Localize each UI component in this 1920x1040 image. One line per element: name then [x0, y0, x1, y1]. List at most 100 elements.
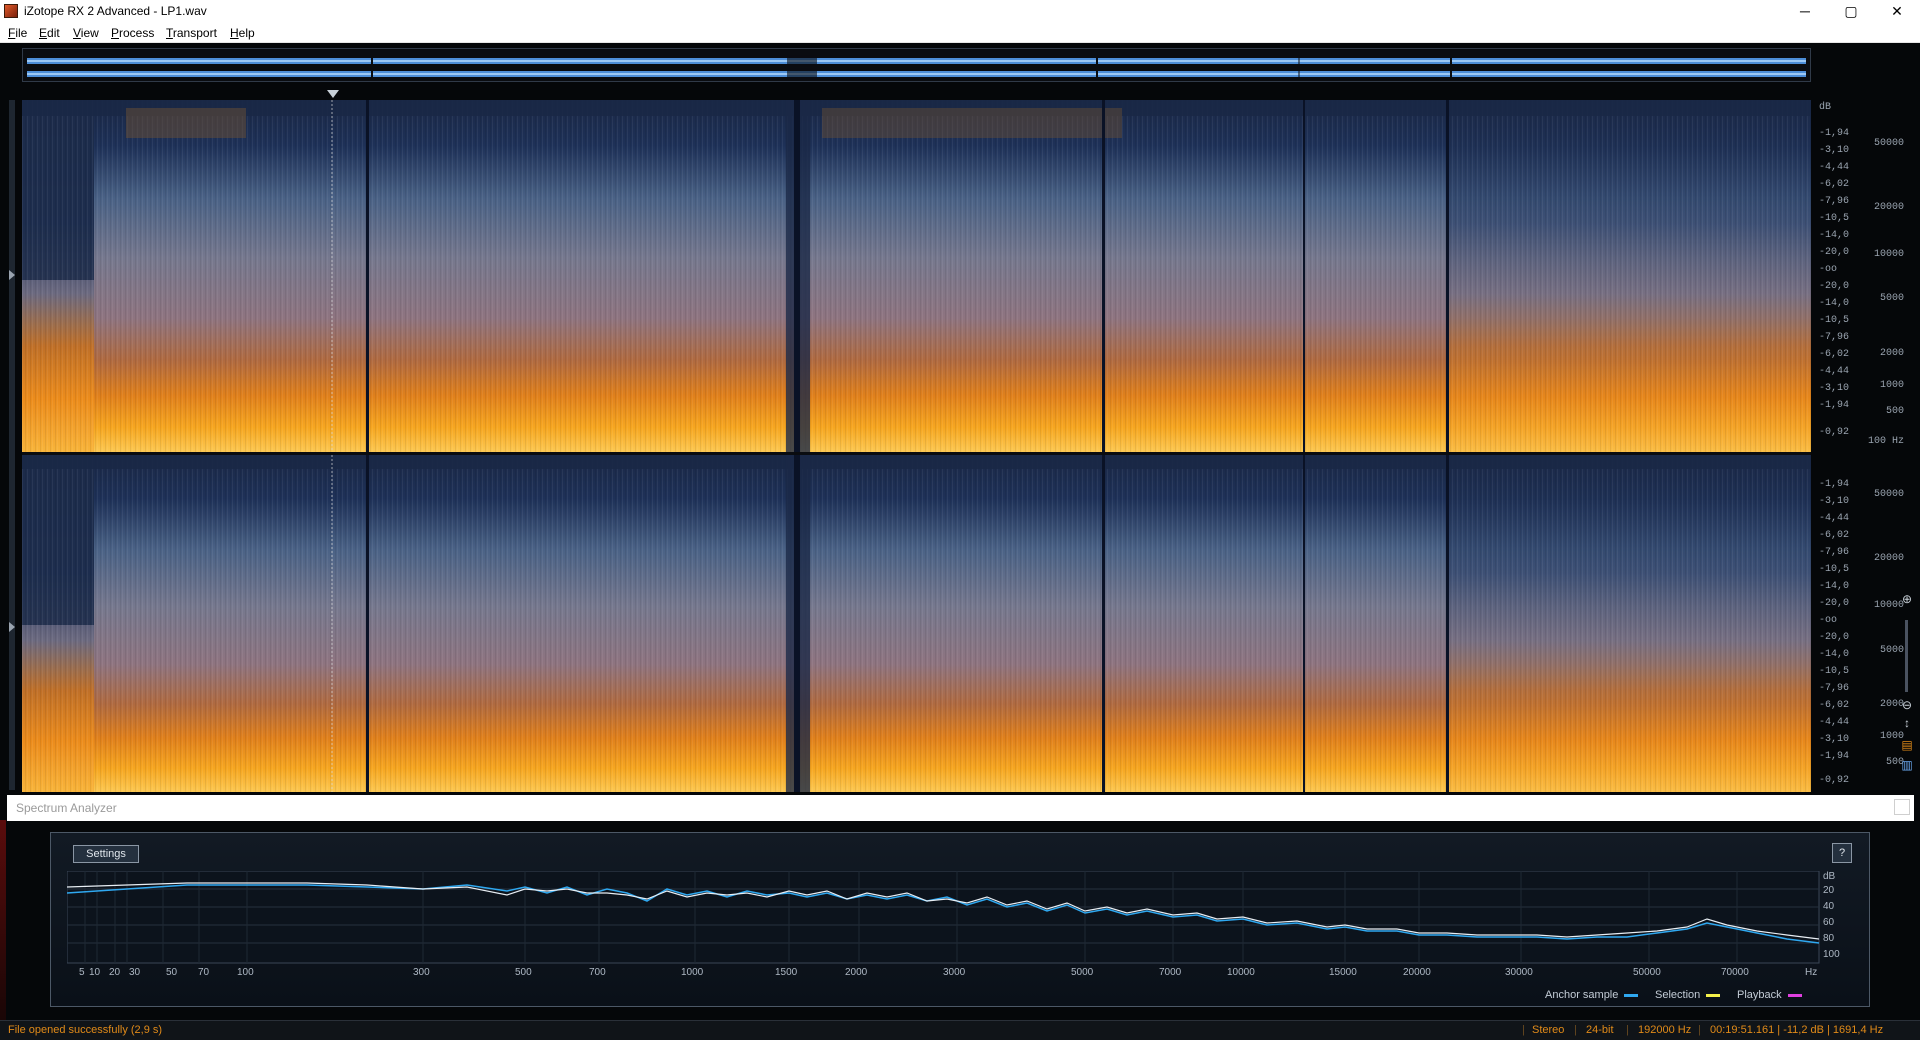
hz-tick-label: 20000 [1873, 553, 1904, 564]
db-tick-label: -6,02 [1819, 530, 1850, 541]
menu-view[interactable]: View [73, 26, 99, 40]
hz-tick-label: 10000 [1873, 249, 1904, 260]
db-tick-label: -20,0 [1819, 247, 1850, 258]
db-tick-label: -7,96 [1819, 196, 1850, 207]
analyzer-db-tick: 20 [1823, 885, 1835, 896]
channel-left-marker-icon[interactable] [9, 270, 15, 280]
status-separator: | [1522, 1024, 1525, 1036]
db-tick-label: -4,44 [1819, 162, 1850, 173]
db-tick-label: -7,96 [1819, 332, 1850, 343]
settings-button[interactable]: Settings [73, 845, 139, 863]
db-tick-label: -1,94 [1819, 479, 1850, 490]
waveform-toggle-icon[interactable]: ▥ [1900, 758, 1914, 772]
status-separator: | [1698, 1024, 1701, 1036]
db-tick-label: -3,10 [1819, 383, 1850, 394]
analyzer-freq-tick: 3000 [943, 967, 966, 978]
db-tick-label: -oo [1819, 264, 1838, 275]
hz-tick-label: 500 [1885, 406, 1904, 417]
db-tick-label: -7,96 [1819, 547, 1850, 558]
close-button[interactable]: ✕ [1874, 0, 1920, 23]
legend-playback: Playback [1737, 989, 1802, 1001]
hz-tick-label: 5000 [1879, 645, 1904, 656]
db-tick-label: -10,5 [1819, 564, 1850, 575]
hz-tick-label: 5000 [1879, 293, 1904, 304]
db-tick-label: -10,5 [1819, 213, 1850, 224]
db-tick-label: -10,5 [1819, 666, 1850, 677]
analyzer-freq-tick: 700 [589, 967, 606, 978]
spectrum-plot[interactable]: dB 20 40 60 80 100 5 10 20 30 50 70 100 … [66, 870, 1847, 999]
minimize-button[interactable]: ─ [1782, 0, 1828, 23]
hz-tick-label: 1000 [1879, 380, 1904, 391]
status-cursor-readout: 00:19:51.161 | -11,2 dB | 1691,4 Hz [1710, 1024, 1884, 1036]
spectrum-analyzer-panel: Settings ? dB 20 40 60 80 100 5 10 20 30… [50, 832, 1870, 1007]
hz-tick-label: 2000 [1879, 348, 1904, 359]
channel-right-marker-icon[interactable] [9, 622, 15, 632]
analyzer-freq-tick: 10 [89, 967, 101, 978]
analyzer-db-tick: 80 [1823, 933, 1835, 944]
db-tick-label: -7,96 [1819, 683, 1850, 694]
analyzer-freq-tick: 20000 [1403, 967, 1431, 978]
analyzer-freq-tick: 300 [413, 967, 430, 978]
scale-column-left-channel: dB -1,94 -3,10 -4,44 -6,02 -7,96 -10,5 -… [1813, 100, 1920, 452]
db-tick-label: -10,5 [1819, 315, 1850, 326]
analyzer-freq-tick: 30 [129, 967, 141, 978]
status-bit-depth: 24-bit [1586, 1024, 1614, 1036]
legend-selection-swatch [1706, 993, 1721, 997]
status-message: File opened successfully (2,9 s) [8, 1024, 163, 1036]
analyzer-freq-tick: 70000 [1721, 967, 1749, 978]
analyzer-freq-tick: 15000 [1329, 967, 1357, 978]
spectrogram-right-channel[interactable] [22, 455, 1811, 792]
waveform-overview[interactable] [22, 48, 1811, 82]
db-tick-label: -14,0 [1819, 298, 1850, 309]
maximize-button[interactable]: ▢ [1828, 0, 1874, 23]
db-tick-label: -6,02 [1819, 179, 1850, 190]
analyzer-freq-tick: 1500 [775, 967, 798, 978]
db-tick-label: -4,44 [1819, 717, 1850, 728]
analyzer-freq-tick: 1000 [681, 967, 704, 978]
db-tick-label: -20,0 [1819, 598, 1850, 609]
zoom-fit-icon[interactable]: ↕ [1900, 716, 1914, 730]
db-tick-label: -1,94 [1819, 751, 1850, 762]
analyzer-close-button[interactable] [1894, 799, 1910, 815]
status-sample-rate: 192000 Hz [1638, 1024, 1692, 1036]
overview-left-channel [27, 54, 1806, 67]
colormap-icon[interactable]: ▤ [1900, 738, 1914, 752]
playhead-marker-icon[interactable] [327, 90, 339, 98]
spectrum-plot-svg [66, 870, 1820, 964]
status-bar: File opened successfully (2,9 s) | Stere… [0, 1020, 1920, 1040]
analyzer-freq-tick: 500 [515, 967, 532, 978]
analyzer-freq-unit: Hz [1805, 967, 1818, 978]
zoom-in-icon[interactable]: ⊕ [1900, 592, 1914, 606]
help-button[interactable]: ? [1832, 843, 1852, 863]
db-tick-label: -3,10 [1819, 145, 1850, 156]
vertical-zoom-slider[interactable] [1905, 620, 1908, 692]
analyzer-db-tick: 100 [1823, 949, 1840, 960]
db-tick-label: -oo [1819, 615, 1838, 626]
menu-bar: File Edit View Process Transport Help [0, 23, 1920, 43]
menu-transport[interactable]: Transport [166, 26, 217, 40]
analyzer-freq-tick: 100 [237, 967, 254, 978]
db-unit-label: dB [1819, 102, 1832, 113]
legend-anchor-sample: Anchor sample [1545, 989, 1639, 1001]
analyzer-freq-tick: 2000 [845, 967, 868, 978]
legend-playback-swatch [1787, 993, 1802, 997]
menu-process[interactable]: Process [111, 26, 154, 40]
analyzer-db-tick: 60 [1823, 917, 1835, 928]
status-separator: | [1574, 1024, 1577, 1036]
db-tick-label: -6,02 [1819, 349, 1850, 360]
db-tick-label: -14,0 [1819, 581, 1850, 592]
menu-edit[interactable]: Edit [39, 26, 60, 40]
db-tick-label: -20,0 [1819, 281, 1850, 292]
spectrogram-left-channel[interactable] [22, 100, 1811, 452]
menu-help[interactable]: Help [230, 26, 255, 40]
analyzer-freq-tick: 7000 [1159, 967, 1182, 978]
legend-selection: Selection [1655, 989, 1721, 1001]
hz-tick-label: 100 Hz [1867, 436, 1904, 447]
hz-tick-label: 50000 [1873, 489, 1904, 500]
overview-right-channel [27, 67, 1806, 80]
zoom-out-icon[interactable]: ⊖ [1900, 698, 1914, 712]
channel-selector-bar[interactable] [9, 100, 15, 790]
db-tick-label: -3,10 [1819, 734, 1850, 745]
hz-tick-label: 20000 [1873, 202, 1904, 213]
menu-file[interactable]: File [8, 26, 27, 40]
